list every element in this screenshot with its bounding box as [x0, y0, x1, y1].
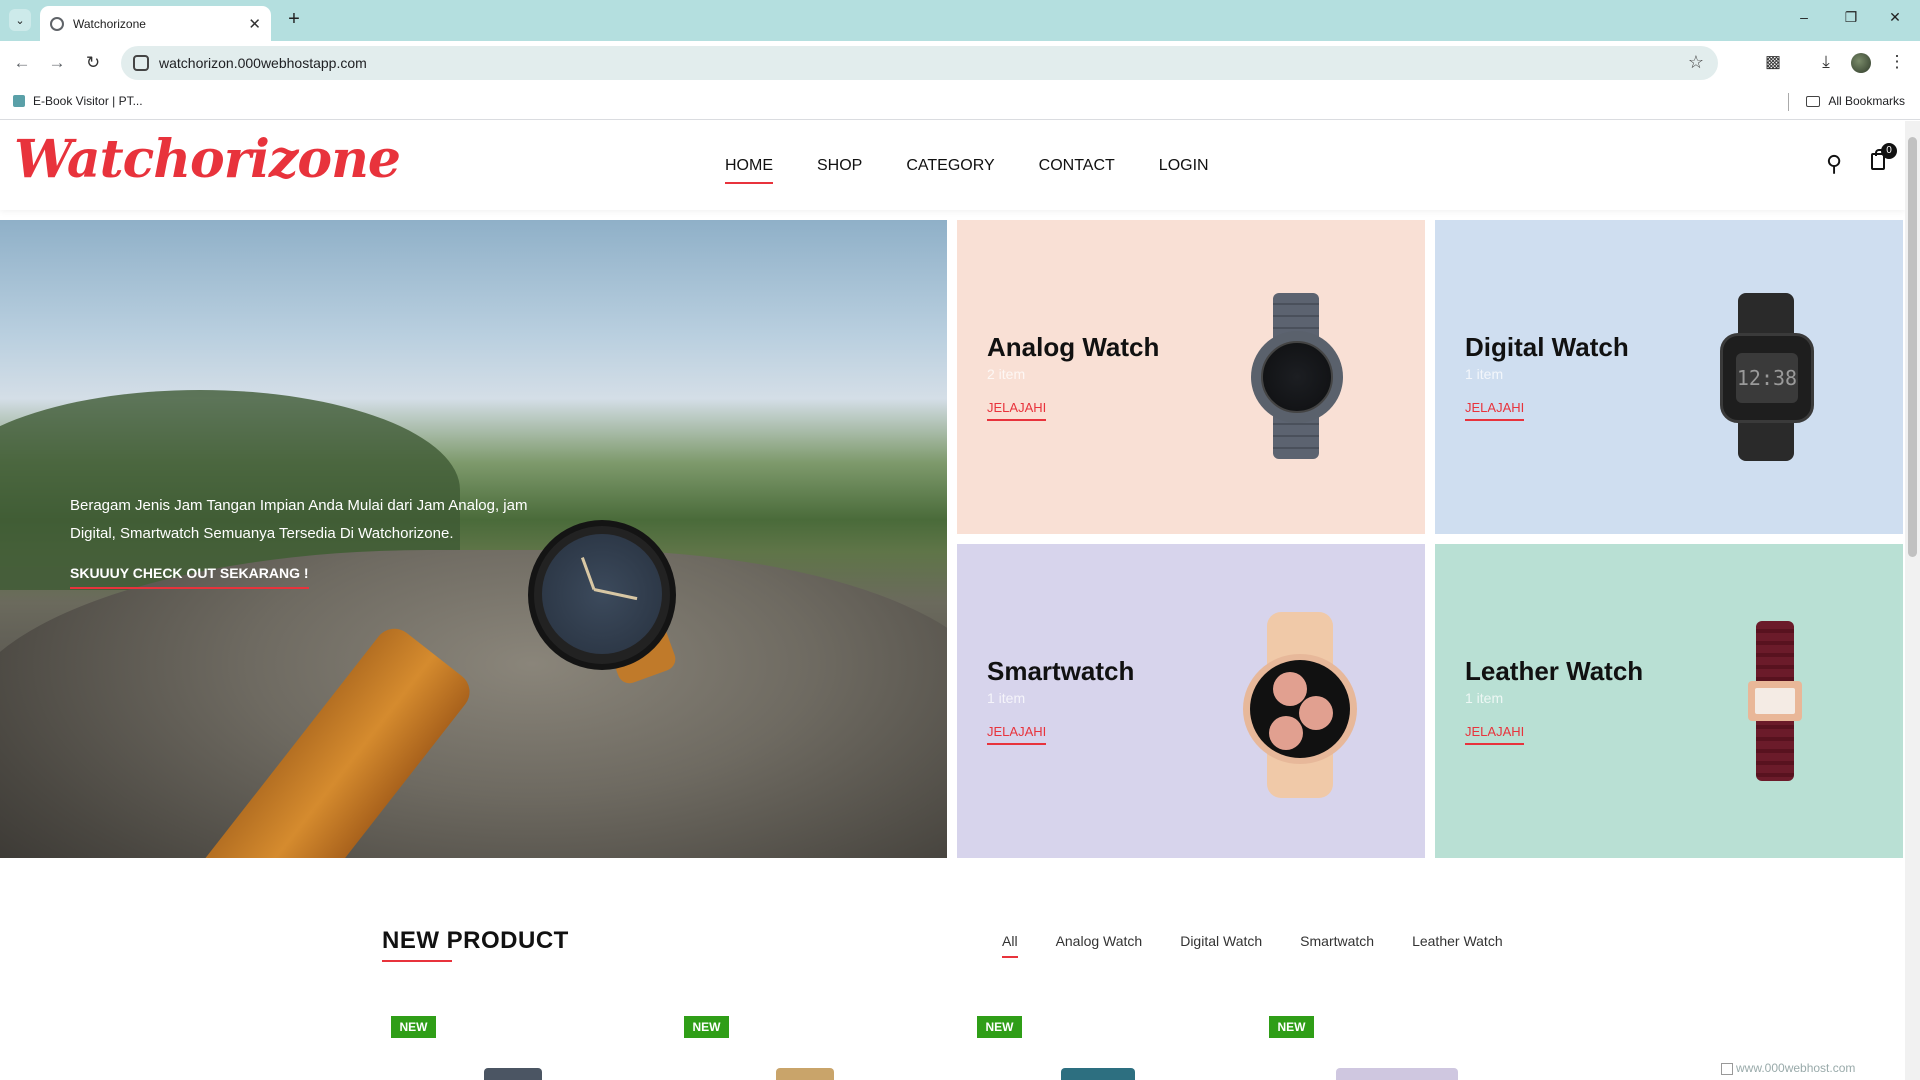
bookmark-favicon-icon — [13, 95, 25, 107]
main-nav: HOME SHOP CATEGORY CONTACT LOGIN — [725, 157, 1209, 184]
search-icon[interactable]: ⚲ — [1826, 151, 1842, 177]
product-image[interactable] — [1336, 1068, 1458, 1080]
nav-login[interactable]: LOGIN — [1159, 157, 1209, 175]
category-title: Analog Watch — [987, 332, 1160, 362]
smartwatch-image — [1243, 612, 1357, 798]
hero-watch-image — [528, 520, 676, 670]
address-bar[interactable]: watchorizon.000webhostapp.com ☆ — [121, 46, 1718, 80]
download-icon[interactable]: ⤓ — [1815, 52, 1837, 72]
filter-smartwatch[interactable]: Smartwatch — [1300, 933, 1374, 949]
browser-tab-bar: ⌄ Watchorizone ✕ + – ❐ ✕ — [0, 0, 1920, 41]
new-badge: NEW — [684, 1016, 729, 1038]
leather-watch-image — [1740, 621, 1810, 781]
filter-digital[interactable]: Digital Watch — [1180, 933, 1262, 949]
url-text[interactable]: watchorizon.000webhostapp.com — [159, 55, 367, 71]
product-filter-tabs: All Analog Watch Digital Watch Smartwatc… — [1002, 933, 1503, 958]
page-scrollbar[interactable] — [1905, 121, 1920, 1080]
new-badge: NEW — [391, 1016, 436, 1038]
category-explore-link[interactable]: JELAJAHI — [1465, 400, 1525, 421]
browser-tab[interactable]: Watchorizone ✕ — [40, 6, 271, 41]
nav-shop[interactable]: SHOP — [817, 157, 862, 175]
category-tile-digital[interactable]: Digital Watch 1 item JELAJAHI 12:38 — [1435, 220, 1903, 534]
product-image[interactable] — [484, 1068, 542, 1080]
nav-contact[interactable]: CONTACT — [1039, 157, 1115, 175]
category-title: Digital Watch — [1465, 332, 1629, 362]
site-logo[interactable]: Watchorizone — [14, 129, 401, 190]
category-title: Smartwatch — [987, 656, 1135, 686]
category-count: 2 item — [987, 366, 1026, 382]
category-count: 1 item — [1465, 690, 1504, 706]
hero-banner: Beragam Jenis Jam Tangan Impian Anda Mul… — [0, 220, 947, 858]
category-count: 1 item — [987, 690, 1026, 706]
forward-arrow-icon[interactable]: → — [45, 51, 69, 75]
cart-count-badge: 0 — [1881, 143, 1897, 159]
tab-title: Watchorizone — [73, 16, 146, 31]
globe-icon — [50, 16, 64, 31]
webhost-badge[interactable]: www.000webhost.com — [1721, 1061, 1885, 1080]
profile-avatar[interactable] — [1851, 53, 1871, 73]
close-window-icon[interactable]: ✕ — [1885, 9, 1905, 26]
bookmark-label: E-Book Visitor | PT... — [33, 94, 143, 108]
broken-image-icon — [1721, 1062, 1733, 1075]
product-image[interactable] — [776, 1068, 834, 1080]
close-tab-icon[interactable]: ✕ — [248, 15, 261, 33]
digital-watch-image: 12:38 — [1720, 293, 1816, 461]
bookmark-item[interactable]: E-Book Visitor | PT... — [13, 94, 143, 108]
filter-all[interactable]: All — [1002, 933, 1018, 958]
category-tile-smartwatch[interactable]: Smartwatch 1 item JELAJAHI — [957, 544, 1425, 858]
new-product-title: NEW PRODUCT — [382, 927, 569, 954]
extensions-icon[interactable]: ▩ — [1762, 52, 1784, 72]
folder-icon — [1806, 95, 1821, 107]
minimize-icon[interactable]: – — [1794, 9, 1814, 25]
product-image[interactable] — [1061, 1068, 1135, 1080]
category-explore-link[interactable]: JELAJAHI — [987, 400, 1047, 421]
reload-icon[interactable]: ↻ — [81, 51, 105, 75]
filter-leather[interactable]: Leather Watch — [1412, 933, 1503, 949]
all-bookmarks-label: All Bookmarks — [1828, 94, 1905, 108]
new-tab-plus-icon[interactable]: + — [282, 8, 306, 32]
site-header: Watchorizone HOME SHOP CATEGORY CONTACT … — [0, 121, 1905, 210]
bookmark-divider — [1788, 93, 1789, 111]
nav-category[interactable]: CATEGORY — [906, 157, 994, 175]
new-badge: NEW — [977, 1016, 1022, 1038]
category-tile-analog[interactable]: Analog Watch 2 item JELAJAHI — [957, 220, 1425, 534]
back-arrow-icon[interactable]: ← — [10, 51, 34, 75]
hero-text: Beragam Jenis Jam Tangan Impian Anda Mul… — [70, 497, 528, 542]
bookmarks-bar: E-Book Visitor | PT... All Bookmarks — [0, 84, 1920, 120]
category-explore-link[interactable]: JELAJAHI — [987, 724, 1047, 745]
hero-cta-link[interactable]: SKUUUY CHECK OUT SEKARANG ! — [70, 565, 309, 589]
analog-watch-image — [1251, 293, 1343, 459]
hero-rock-shape — [0, 550, 947, 858]
webhost-badge-text: www.000webhost.com — [1736, 1061, 1856, 1075]
category-count: 1 item — [1465, 366, 1504, 382]
filter-analog[interactable]: Analog Watch — [1056, 933, 1143, 949]
menu-kebab-icon[interactable]: ⋮ — [1886, 52, 1908, 72]
restore-icon[interactable]: ❐ — [1841, 9, 1861, 26]
section-title-underline — [382, 960, 452, 962]
category-tile-leather[interactable]: Leather Watch 1 item JELAJAHI — [1435, 544, 1903, 858]
all-bookmarks-button[interactable]: All Bookmarks — [1806, 94, 1905, 108]
bookmark-star-icon[interactable]: ☆ — [1688, 52, 1704, 73]
hero-watch-face — [542, 534, 662, 654]
digital-watch-screen: 12:38 — [1736, 353, 1798, 403]
tab-search-chevron-icon[interactable]: ⌄ — [9, 9, 31, 31]
category-explore-link[interactable]: JELAJAHI — [1465, 724, 1525, 745]
new-badge: NEW — [1269, 1016, 1314, 1038]
category-title: Leather Watch — [1465, 656, 1644, 686]
scrollbar-thumb[interactable] — [1908, 137, 1917, 557]
nav-home[interactable]: HOME — [725, 157, 773, 184]
site-info-icon[interactable] — [133, 55, 149, 71]
browser-toolbar: ← → ↻ watchorizon.000webhostapp.com ☆ ▩ … — [0, 41, 1920, 84]
web-page: Watchorizone HOME SHOP CATEGORY CONTACT … — [0, 121, 1905, 1080]
